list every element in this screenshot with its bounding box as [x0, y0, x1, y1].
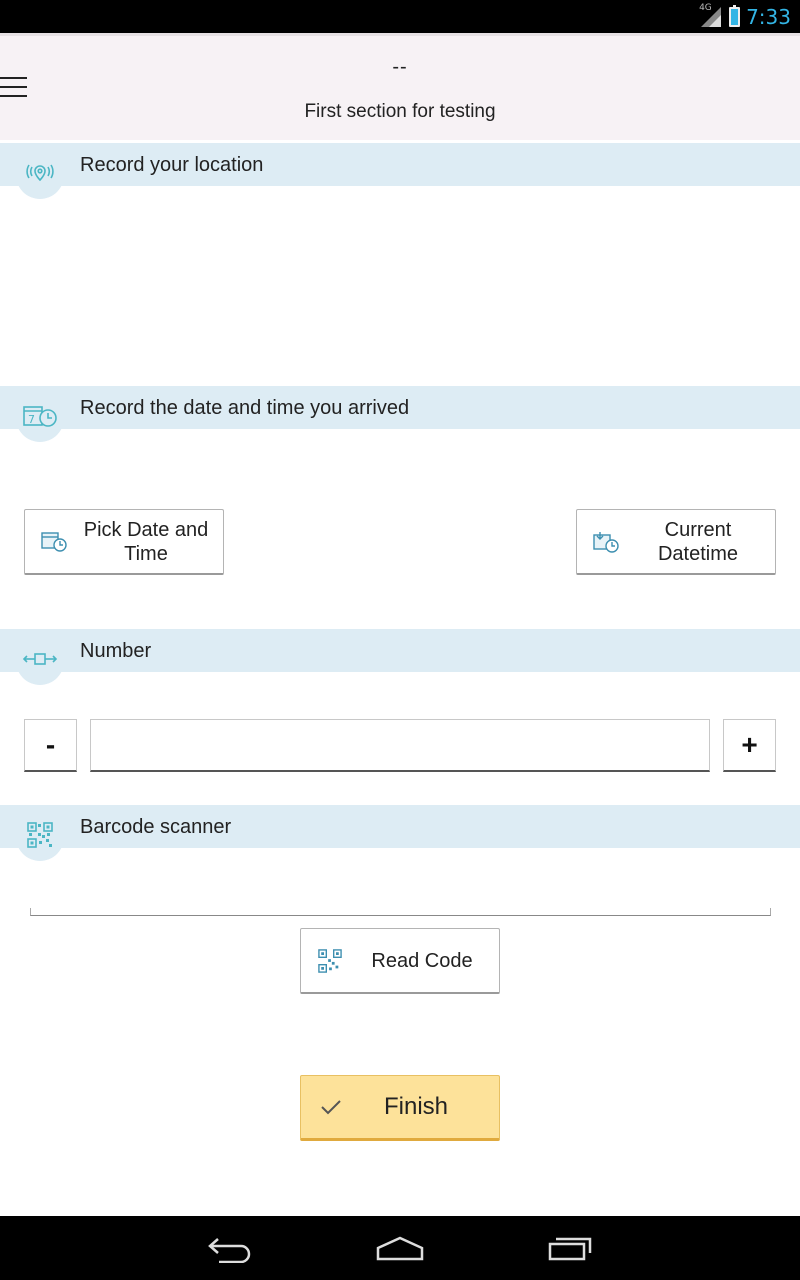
- calendar-clock-icon: [591, 527, 621, 557]
- network-type: 4G: [699, 2, 712, 13]
- pick-date-time-label: Pick Date and Time: [83, 518, 209, 565]
- battery-icon: [729, 4, 741, 27]
- calendar-clock-icon: [39, 527, 69, 557]
- current-datetime-label: Current Datetime: [657, 518, 739, 565]
- read-code-label: Read Code: [371, 949, 473, 972]
- finish-label: Finish: [383, 1093, 449, 1120]
- home-icon[interactable]: [370, 1230, 430, 1266]
- calendar-clock-icon: 7: [16, 390, 64, 442]
- menu-icon[interactable]: [0, 77, 28, 97]
- barcode-result-field: [30, 908, 771, 916]
- location-icon: [16, 147, 64, 199]
- section-location: Record your location: [0, 143, 800, 199]
- qr-code-icon: [315, 946, 345, 976]
- pick-date-time-button[interactable]: Pick Date and Time: [24, 509, 224, 575]
- header-dash: --: [392, 56, 408, 78]
- qr-code-icon: [16, 809, 64, 861]
- section-location-label: Record your location: [80, 154, 264, 176]
- number-input[interactable]: [90, 719, 710, 772]
- section-datetime: 7 Record the date and time you arrived: [0, 386, 800, 442]
- svg-text:7: 7: [28, 413, 35, 426]
- decrement-button[interactable]: -: [24, 719, 77, 772]
- section-barcode-label: Barcode scanner: [80, 816, 232, 838]
- navigation-bar: [0, 1216, 800, 1280]
- finish-button[interactable]: Finish: [300, 1075, 500, 1141]
- recent-apps-icon[interactable]: [540, 1230, 600, 1266]
- current-datetime-button[interactable]: Current Datetime: [576, 509, 776, 575]
- number-range-icon: [16, 633, 64, 685]
- status-time: 7:33: [746, 4, 791, 29]
- section-barcode: Barcode scanner: [0, 805, 800, 861]
- section-number-label: Number: [80, 640, 152, 662]
- app-header: -- First section for testing: [0, 33, 800, 140]
- read-code-button[interactable]: Read Code: [300, 928, 500, 994]
- status-bar: 4G 7:33: [0, 0, 800, 33]
- section-number: Number: [0, 629, 800, 685]
- increment-button[interactable]: +: [723, 719, 776, 772]
- page-title: First section for testing: [304, 101, 496, 122]
- signal-icon: 4G: [699, 2, 723, 29]
- back-icon[interactable]: [200, 1230, 260, 1266]
- section-datetime-label: Record the date and time you arrived: [80, 397, 410, 419]
- check-icon: [321, 1100, 341, 1115]
